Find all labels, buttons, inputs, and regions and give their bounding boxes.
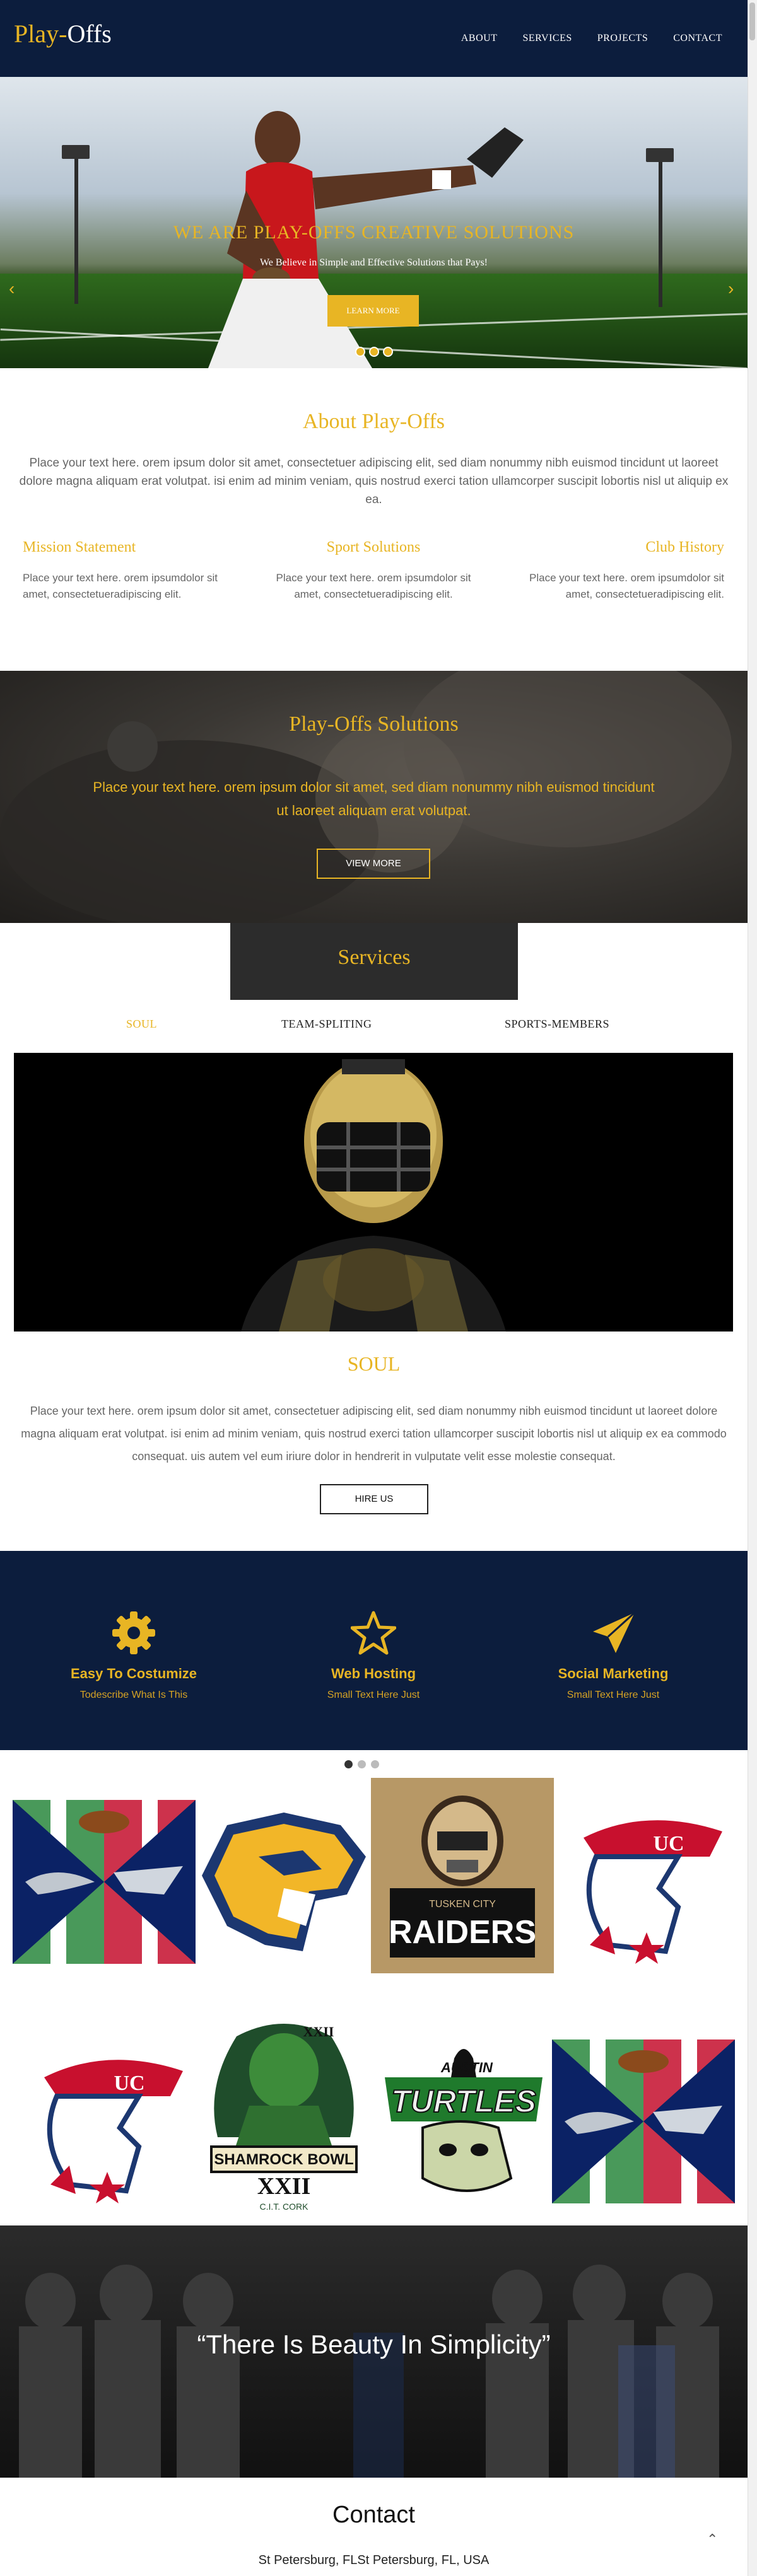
logo-uc-2[interactable]: UC bbox=[13, 2030, 196, 2213]
about-column-sport: Sport Solutions Place your text here. or… bbox=[266, 539, 481, 603]
view-more-button[interactable]: VIEW MORE bbox=[317, 849, 430, 879]
page-scrollbar[interactable] bbox=[748, 0, 757, 2576]
slider-next-button[interactable]: › bbox=[728, 279, 734, 299]
nav-about[interactable]: ABOUT bbox=[461, 33, 498, 44]
light-pole-head bbox=[646, 148, 674, 162]
slider-dot[interactable] bbox=[383, 347, 393, 357]
service-panel-title: SOUL bbox=[347, 1352, 401, 1375]
nav-projects[interactable]: PROJECTS bbox=[597, 33, 648, 44]
column-text: Place your text here. orem ipsumdolor si… bbox=[276, 572, 471, 600]
column-title: Club History bbox=[645, 539, 724, 555]
logo-tusken-raiders[interactable]: TUSKEN CITY RAIDERS bbox=[371, 1778, 554, 1973]
feature-text: Todescribe What Is This bbox=[79, 1690, 188, 1700]
feature-text: Small Text Here Just bbox=[566, 1690, 660, 1700]
hire-us-button[interactable]: HIRE US bbox=[320, 1484, 428, 1514]
uc-logo-text: UC bbox=[653, 1832, 684, 1855]
helmet-player-image bbox=[241, 1059, 506, 1332]
portfolio-dot[interactable] bbox=[344, 1760, 353, 1768]
tab-sports-members[interactable]: SPORTS-MEMBERS bbox=[505, 1018, 609, 1031]
logo[interactable]: Play-Offs bbox=[14, 19, 112, 49]
scrollbar-thumb[interactable] bbox=[749, 3, 755, 40]
solutions-text: Place your text here. orem ipsum dolor s… bbox=[93, 779, 655, 818]
logo-austin-turtles[interactable]: AUSTIN TURTLES bbox=[372, 2027, 555, 2210]
feature-title: Social Marketing bbox=[558, 1666, 669, 1681]
contact-address: St Petersburg, FLSt Petersburg, FL, USA bbox=[258, 2553, 490, 2567]
services-title: Services bbox=[337, 946, 411, 969]
logo-part-1: Play- bbox=[14, 20, 67, 48]
tab-soul[interactable]: SOUL bbox=[126, 1018, 157, 1031]
feature-text: Small Text Here Just bbox=[327, 1690, 420, 1700]
site-header: Play-Offs ABOUT SERVICES PROJECTS CONTAC… bbox=[0, 0, 748, 77]
main-nav: ABOUT SERVICES PROJECTS CONTACT bbox=[461, 33, 722, 44]
column-title: Mission Statement bbox=[23, 539, 136, 555]
nav-services[interactable]: SERVICES bbox=[522, 33, 572, 44]
paper-plane-icon bbox=[519, 1608, 708, 1658]
feature-customize: Easy To Costumize Todescribe What Is Thi… bbox=[39, 1608, 228, 1701]
raiders-name-text: RAIDERS bbox=[389, 1914, 536, 1951]
portfolio-dot[interactable] bbox=[358, 1760, 366, 1768]
about-text: Place your text here. orem ipsum dolor s… bbox=[19, 456, 729, 506]
feature-marketing: Social Marketing Small Text Here Just bbox=[519, 1608, 708, 1701]
gear-icon bbox=[39, 1608, 228, 1658]
shamrock-title: SHAMROCK BOWL bbox=[214, 2151, 353, 2168]
portfolio-dot[interactable] bbox=[371, 1760, 379, 1768]
shamrock-numeral: XXII bbox=[257, 2173, 310, 2200]
uc-logo-text: UC bbox=[114, 2072, 144, 2095]
about-column-mission: Mission Statement Place your text here. … bbox=[23, 539, 237, 603]
hero-subtitle: We Believe in Simple and Effective Solut… bbox=[259, 257, 488, 268]
tab-team-spliting[interactable]: TEAM-SPLITING bbox=[281, 1018, 372, 1031]
nav-contact[interactable]: CONTACT bbox=[673, 33, 722, 44]
portfolio-dots bbox=[344, 1760, 379, 1768]
austin-name-text: TURTLES bbox=[391, 2084, 536, 2119]
hero-title: WE ARE PLAY-OFFS CREATIVE SOLUTIONS bbox=[173, 222, 575, 243]
about-title: About Play-Offs bbox=[302, 410, 445, 433]
slider-dot[interactable] bbox=[355, 347, 365, 357]
shamrock-numeral-top: XXII bbox=[303, 2024, 334, 2039]
chevron-up-icon[interactable]: ⌃ bbox=[707, 2531, 718, 2548]
shamrock-subtitle: C.I.T. CORK bbox=[259, 2202, 308, 2212]
austin-city-text: AUSTIN bbox=[440, 2060, 493, 2075]
learn-more-button[interactable]: LEARN MORE bbox=[327, 295, 419, 327]
column-text: Place your text here. orem ipsumdolor si… bbox=[529, 572, 724, 600]
feature-hosting: Web Hosting Small Text Here Just bbox=[279, 1608, 468, 1701]
slider-prev-button[interactable]: ‹ bbox=[9, 279, 15, 299]
solutions-title: Play-Offs Solutions bbox=[289, 712, 459, 736]
logo-bobcat[interactable] bbox=[189, 1790, 372, 1973]
column-title: Sport Solutions bbox=[326, 539, 421, 555]
column-text: Place your text here. orem ipsumdolor si… bbox=[23, 572, 218, 600]
feature-title: Easy To Costumize bbox=[70, 1666, 197, 1681]
feature-title: Web Hosting bbox=[331, 1666, 416, 1681]
contact-title: Contact bbox=[332, 2502, 415, 2528]
logo-part-2: Offs bbox=[67, 20, 112, 48]
star-icon bbox=[279, 1608, 468, 1658]
light-pole-head bbox=[62, 145, 90, 159]
service-panel-text: Place your text here. orem ipsum dolor s… bbox=[21, 1405, 727, 1463]
slider-dot[interactable] bbox=[369, 347, 379, 357]
logo-seahawks-patriots[interactable] bbox=[13, 1790, 196, 1973]
quote-text: “There Is Beauty In Simplicity” bbox=[197, 2329, 551, 2359]
raiders-city-text: TUSKEN CITY bbox=[429, 1899, 496, 1910]
logo-shamrock-bowl[interactable]: XXII SHAMROCK BOWL XXII C.I.T. CORK bbox=[192, 2011, 375, 2219]
services-image bbox=[14, 1053, 733, 1332]
logo-seahawks-patriots-2[interactable] bbox=[552, 2030, 735, 2213]
logo-uc-1[interactable]: UC bbox=[552, 1790, 735, 1973]
slider-dots bbox=[355, 347, 393, 357]
about-column-history: Club History Place your text here. orem … bbox=[510, 539, 724, 603]
